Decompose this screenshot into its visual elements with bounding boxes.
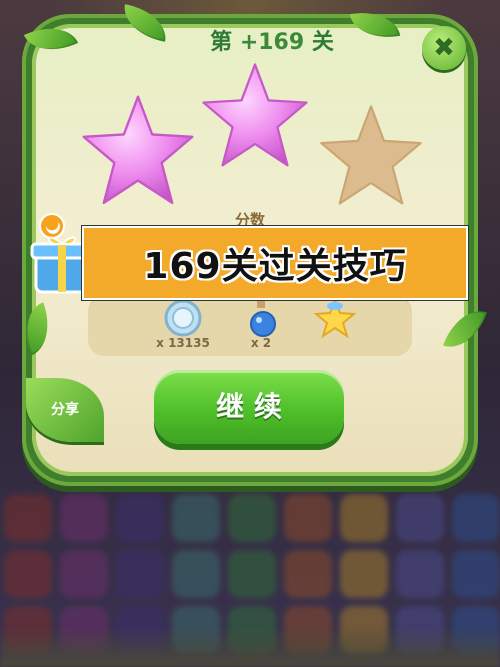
board-tile (396, 550, 444, 598)
continue-button[interactable]: 继 续 (154, 370, 344, 444)
rewards-panel: x 13135 x 2 (88, 296, 412, 356)
star-1-earned (78, 92, 198, 210)
level-title-suffix: 关 (311, 30, 334, 55)
banner-text: 169关过关技巧 (143, 246, 407, 287)
board-tile (60, 494, 108, 542)
level-title-prefix: 第 (210, 30, 233, 55)
close-button[interactable]: ✖ (422, 26, 466, 70)
board-tile (60, 550, 108, 598)
level-title: 第 +169 关 (182, 26, 362, 60)
board-tile (172, 494, 220, 542)
star-2-earned (198, 60, 312, 172)
reward-coin: x 13135 (148, 296, 218, 356)
star-3-empty (316, 102, 426, 210)
board-tile (228, 550, 276, 598)
star-fairy-icon (313, 297, 357, 339)
reward-star-fairy (300, 296, 370, 356)
reward-potion-count: x 2 (250, 336, 272, 350)
board-tile (4, 494, 52, 542)
board-tile (452, 550, 500, 598)
board-tile (396, 494, 444, 542)
board-tile (228, 494, 276, 542)
share-label: 分享 (51, 402, 79, 418)
board-tile (172, 550, 220, 598)
coin-icon (164, 299, 202, 337)
board-tile (4, 550, 52, 598)
continue-label: 继 续 (216, 390, 282, 423)
board-tile (340, 494, 388, 542)
bottom-strip (0, 627, 500, 667)
potion-bottle-icon (250, 300, 276, 337)
board-tile (116, 494, 164, 542)
reward-potion: x 2 (226, 296, 296, 356)
reward-coin-count: x 13135 (156, 336, 210, 350)
board-tile (284, 550, 332, 598)
board-tile (452, 494, 500, 542)
board-tile (116, 550, 164, 598)
close-icon: ✖ (433, 33, 455, 63)
board-tile (284, 494, 332, 542)
strategy-banner: 169关过关技巧 (82, 226, 468, 300)
level-number: +169 (239, 30, 305, 55)
board-tile (340, 550, 388, 598)
